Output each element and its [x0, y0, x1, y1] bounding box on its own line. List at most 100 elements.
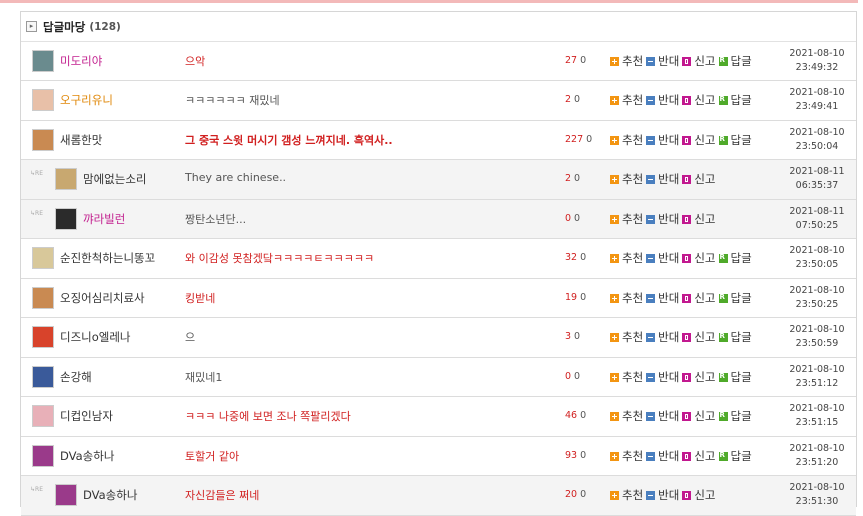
report-button[interactable]: 신고: [682, 211, 716, 227]
recommend-button[interactable]: 추천: [610, 250, 643, 266]
report-button[interactable]: 신고: [682, 408, 716, 424]
avatar[interactable]: [32, 326, 54, 348]
comment-author[interactable]: 맘에없는소리: [83, 171, 146, 187]
avatar[interactable]: [32, 129, 54, 151]
reply-button[interactable]: 답글: [718, 448, 752, 464]
oppose-button[interactable]: 반대: [646, 290, 679, 306]
recommend-button[interactable]: 추천: [610, 408, 643, 424]
recommend-button[interactable]: 추천: [610, 290, 643, 306]
report-label: 신고: [694, 449, 716, 463]
report-button[interactable]: 신고: [682, 53, 716, 69]
report-button[interactable]: 신고: [682, 290, 716, 306]
report-label: 신고: [694, 370, 716, 384]
comment-date: 2021-08-11: [789, 206, 845, 217]
recommend-button[interactable]: 추천: [610, 369, 643, 385]
report-button[interactable]: 신고: [682, 92, 716, 108]
comment-author[interactable]: 손강해: [60, 369, 92, 385]
comment-author[interactable]: 미도리야: [60, 53, 102, 69]
collapse-icon[interactable]: ▸: [26, 21, 37, 32]
avatar[interactable]: [32, 405, 54, 427]
recommend-button[interactable]: 추천: [610, 171, 643, 187]
report-icon: [682, 214, 692, 224]
report-button[interactable]: 신고: [682, 171, 716, 187]
recommend-button[interactable]: 추천: [610, 448, 643, 464]
reply-button[interactable]: 답글: [718, 329, 752, 345]
minus-icon: [646, 214, 656, 224]
oppose-button[interactable]: 반대: [646, 448, 679, 464]
avatar[interactable]: [32, 247, 54, 269]
recommend-button[interactable]: 추천: [610, 92, 643, 108]
oppose-button[interactable]: 반대: [646, 171, 679, 187]
recommend-label: 추천: [622, 370, 644, 384]
comment-author[interactable]: 오징어심리치료사: [60, 290, 145, 306]
oppose-button[interactable]: 반대: [646, 92, 679, 108]
comment-row: 오구리유니 ㅋㅋㅋㅋㅋㅋ 재밌네 20 추천 반대 신고 답글 2021-08-10 23:49…: [21, 81, 856, 121]
comment-author[interactable]: 오구리유니: [60, 92, 113, 108]
comment-author[interactable]: DVa송하나: [60, 448, 114, 464]
oppose-button[interactable]: 반대: [646, 408, 679, 424]
report-button[interactable]: 신고: [682, 448, 716, 464]
recommend-button[interactable]: 추천: [610, 132, 643, 148]
oppose-button[interactable]: 반대: [646, 53, 679, 69]
comment-author[interactable]: 디컵인남자: [60, 408, 113, 424]
avatar[interactable]: [32, 445, 54, 467]
minus-icon: [646, 293, 656, 303]
plus-icon: [610, 332, 619, 342]
report-button[interactable]: 신고: [682, 329, 716, 345]
reply-button[interactable]: 답글: [718, 132, 752, 148]
oppose-button[interactable]: 반대: [646, 211, 679, 227]
report-button[interactable]: 신고: [682, 132, 716, 148]
recommend-button[interactable]: 추천: [610, 211, 643, 227]
recommend-button[interactable]: 추천: [610, 487, 643, 503]
comment-author[interactable]: DVa송하나: [83, 487, 137, 503]
reply-button[interactable]: 답글: [718, 290, 752, 306]
recommend-label: 추천: [622, 93, 644, 107]
avatar[interactable]: [55, 168, 77, 190]
comment-row: DVa송하나 토할거 같아 930 추천 반대 신고 답글 2021-08-10 23:51:2…: [21, 437, 856, 476]
comment-author[interactable]: 꺄라빌런: [83, 211, 125, 227]
reply-icon: [718, 372, 728, 382]
avatar[interactable]: [32, 50, 54, 72]
oppose-label: 반대: [658, 93, 680, 107]
reply-button[interactable]: 답글: [718, 369, 752, 385]
comment-author[interactable]: 새롬한맛: [60, 132, 102, 148]
oppose-button[interactable]: 반대: [646, 329, 679, 345]
oppose-button[interactable]: 반대: [646, 369, 679, 385]
oppose-button[interactable]: 반대: [646, 487, 679, 503]
avatar[interactable]: [32, 89, 54, 111]
reply-button[interactable]: 답글: [718, 53, 752, 69]
comment-author[interactable]: 디즈니o엘레나: [60, 329, 131, 345]
reply-button[interactable]: 답글: [718, 250, 752, 266]
report-button[interactable]: 신고: [682, 369, 716, 385]
report-icon: [682, 95, 692, 105]
reply-icon: [718, 95, 728, 105]
up-count: 227: [565, 134, 584, 145]
recommend-label: 추천: [622, 172, 644, 186]
report-button[interactable]: 신고: [682, 250, 716, 266]
recommend-label: 추천: [622, 212, 644, 226]
comment-author[interactable]: 순진한척하는니똥꼬: [60, 250, 155, 266]
avatar[interactable]: [32, 366, 54, 388]
recommend-label: 추천: [622, 330, 644, 344]
board-title: 답글마당: [43, 19, 86, 34]
oppose-button[interactable]: 반대: [646, 250, 679, 266]
reply-button[interactable]: 답글: [718, 92, 752, 108]
avatar[interactable]: [55, 208, 77, 230]
avatar[interactable]: [55, 484, 77, 506]
recommend-button[interactable]: 추천: [610, 53, 643, 69]
avatar[interactable]: [32, 287, 54, 309]
comment-text: 으악: [185, 55, 206, 68]
comment-text: 재밌네1: [185, 371, 223, 384]
minus-icon: [646, 490, 656, 500]
plus-icon: [610, 411, 619, 421]
report-label: 신고: [694, 330, 716, 344]
plus-icon: [610, 451, 619, 461]
comment-date: 2021-08-10: [789, 87, 845, 98]
down-count: 0: [580, 292, 587, 303]
report-button[interactable]: 신고: [682, 487, 716, 503]
oppose-button[interactable]: 반대: [646, 132, 679, 148]
reply-button[interactable]: 답글: [718, 408, 752, 424]
plus-icon: [610, 56, 619, 66]
recommend-button[interactable]: 추천: [610, 329, 643, 345]
comment-actions: 추천 반대 신고 답글: [610, 408, 755, 424]
